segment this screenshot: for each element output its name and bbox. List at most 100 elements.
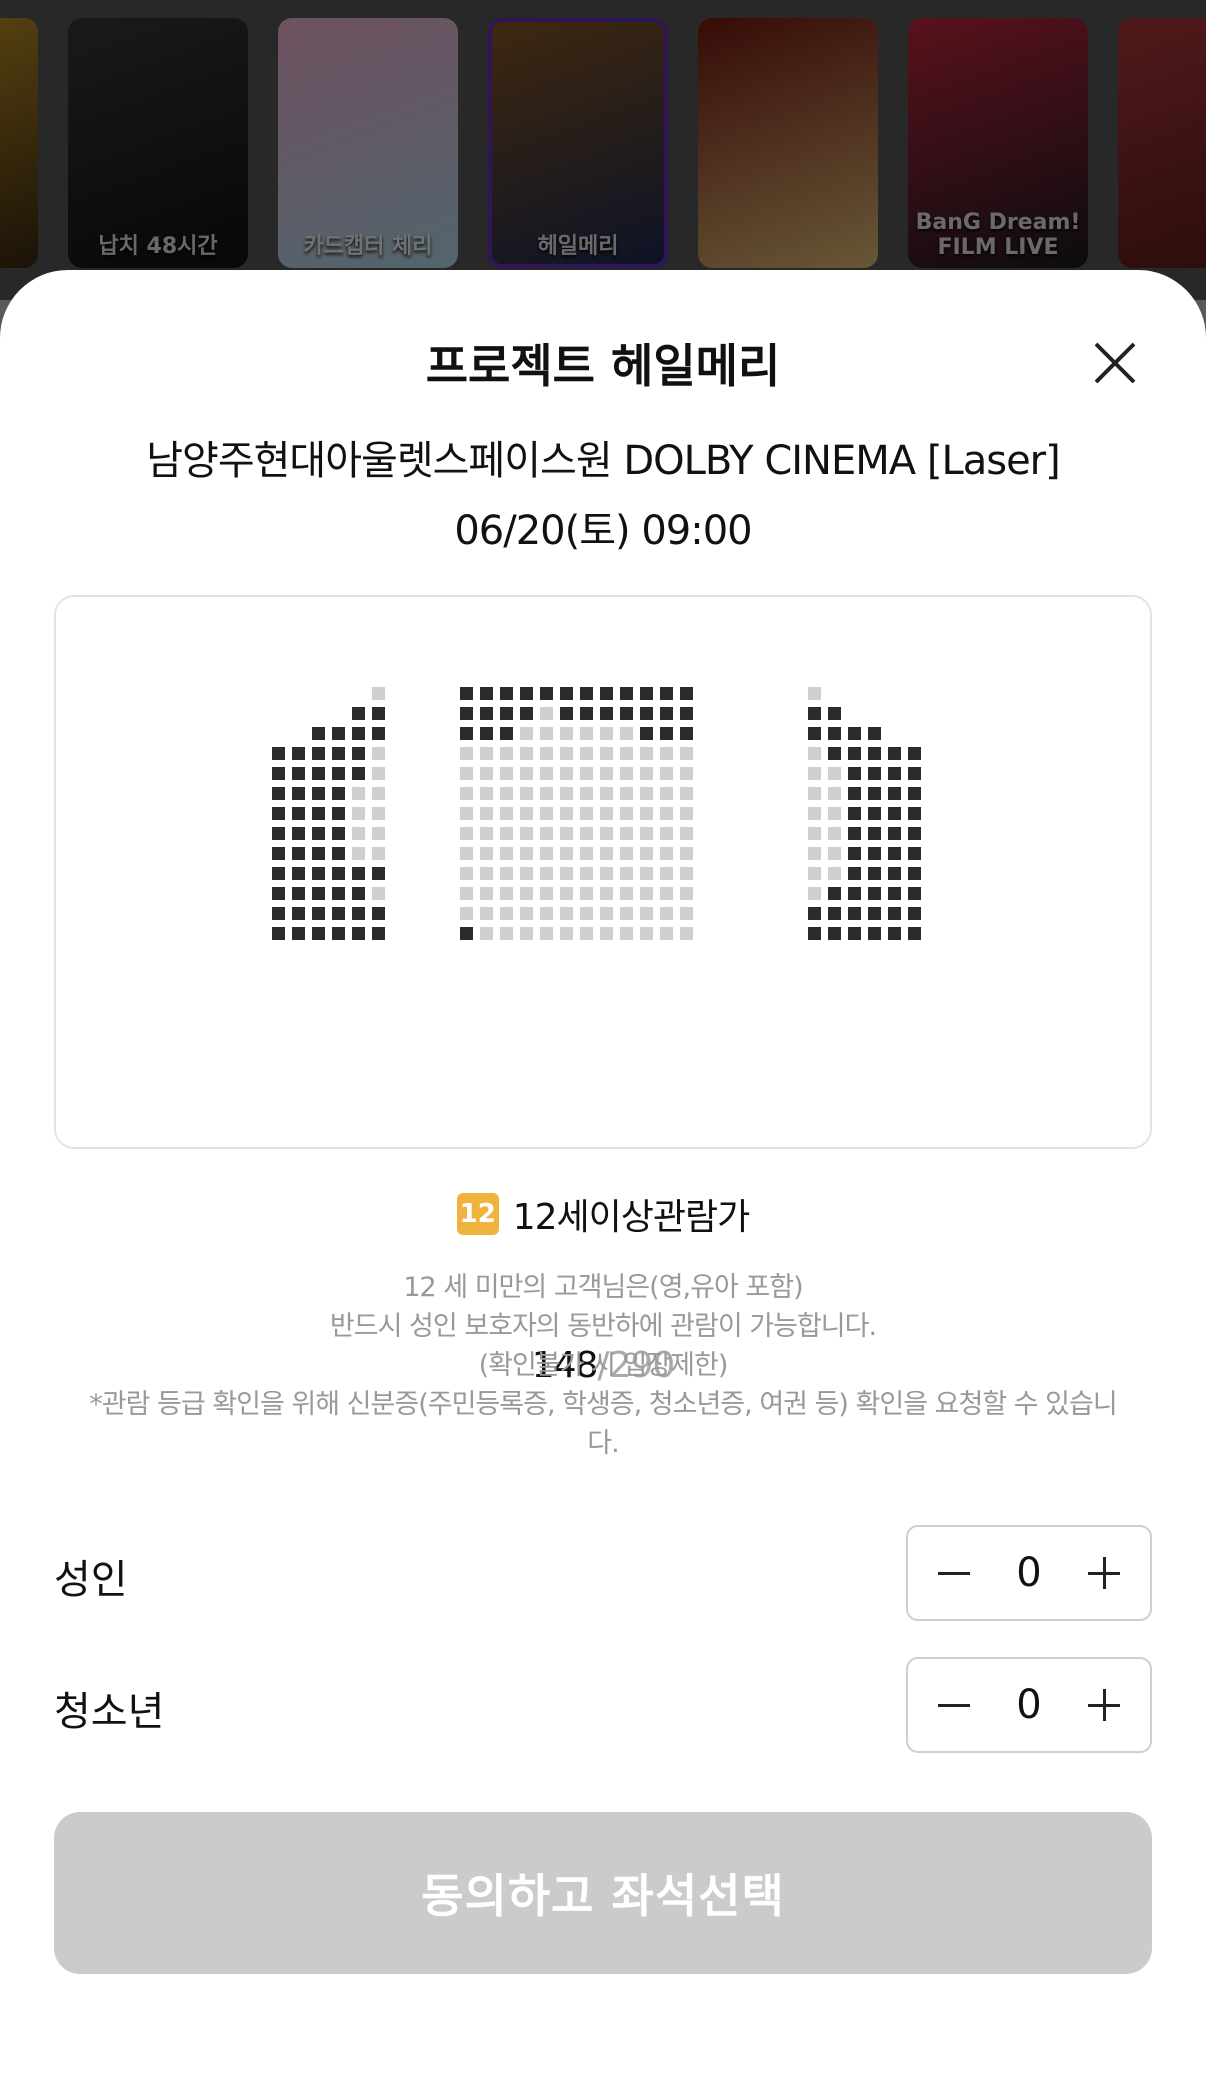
rating-notice: 12 세 미만의 고객님은(영,유아 포함) 반드시 성인 보호자의 동반하에 … [60, 1268, 1146, 1463]
seat [480, 827, 493, 840]
seat [868, 727, 881, 740]
seat [560, 907, 573, 920]
seat [352, 887, 365, 900]
seat [332, 767, 345, 780]
seat [848, 867, 861, 880]
seat [500, 787, 513, 800]
seat [808, 887, 821, 900]
seat [480, 807, 493, 820]
seat [460, 907, 473, 920]
seat [560, 867, 573, 880]
seat [312, 847, 325, 860]
seat [620, 827, 633, 840]
seat [352, 807, 365, 820]
poster-2[interactable]: 납치 48시간 [68, 18, 248, 268]
poster-6[interactable]: BanG Dream! FILM LIVE [908, 18, 1088, 268]
seat [372, 727, 385, 740]
close-icon[interactable] [1090, 338, 1140, 388]
seat [352, 867, 365, 880]
seat [808, 767, 821, 780]
plus-icon[interactable] [1084, 1685, 1124, 1725]
seat [808, 687, 821, 700]
seat [580, 827, 593, 840]
seat [352, 827, 365, 840]
seat [272, 847, 285, 860]
seat [580, 807, 593, 820]
seat [292, 827, 305, 840]
seat [828, 747, 841, 760]
seat [480, 767, 493, 780]
poster-4[interactable]: 헤일메리 [488, 18, 668, 268]
seat [888, 887, 901, 900]
seat [908, 887, 921, 900]
minus-icon[interactable] [934, 1553, 974, 1593]
notice-line: 12 세 미만의 고객님은(영,유아 포함) [403, 1272, 803, 1303]
seat [272, 827, 285, 840]
seat [640, 847, 653, 860]
seat [660, 747, 673, 760]
youth-stepper: 0 [906, 1657, 1152, 1753]
seat [520, 847, 533, 860]
seat [580, 747, 593, 760]
seat [352, 787, 365, 800]
seat [480, 727, 493, 740]
seat [460, 727, 473, 740]
plus-icon[interactable] [1084, 1553, 1124, 1593]
seat [808, 747, 821, 760]
seat [660, 707, 673, 720]
seat [848, 847, 861, 860]
seat [620, 707, 633, 720]
seat [680, 767, 693, 780]
seat [332, 727, 345, 740]
seat [500, 767, 513, 780]
seat [332, 787, 345, 800]
seat [460, 827, 473, 840]
seat [600, 707, 613, 720]
seat [828, 707, 841, 720]
seat [560, 807, 573, 820]
seat [868, 907, 881, 920]
seat [828, 767, 841, 780]
seat [520, 687, 533, 700]
seat [620, 687, 633, 700]
poster-1[interactable] [0, 18, 38, 268]
poster-5[interactable] [698, 18, 878, 268]
seat [540, 687, 553, 700]
seat [500, 747, 513, 760]
seat [580, 867, 593, 880]
seat [312, 787, 325, 800]
seat [272, 867, 285, 880]
seat [520, 887, 533, 900]
seat [680, 727, 693, 740]
seat [620, 847, 633, 860]
seat [908, 747, 921, 760]
seat [480, 747, 493, 760]
seat [888, 907, 901, 920]
agree-select-seat-button[interactable]: 동의하고 좌석선택 [54, 1812, 1152, 1974]
seat [660, 887, 673, 900]
movie-title: 프로젝트 헤일메리 [425, 339, 781, 393]
seat [808, 707, 821, 720]
seat [332, 887, 345, 900]
seat [312, 807, 325, 820]
seat [540, 867, 553, 880]
seat [312, 927, 325, 940]
seat [680, 847, 693, 860]
seat [620, 787, 633, 800]
seat [848, 907, 861, 920]
seat [808, 827, 821, 840]
youth-count: 0 [1016, 1682, 1042, 1728]
poster-3[interactable]: 카드캡터 체리 [278, 18, 458, 268]
seat [868, 847, 881, 860]
seat [352, 747, 365, 760]
seat [480, 707, 493, 720]
poster-title: 납치 48시간 [98, 234, 218, 259]
seat [480, 687, 493, 700]
seat [292, 907, 305, 920]
poster-7[interactable] [1118, 18, 1206, 268]
seat [680, 807, 693, 820]
seat [312, 867, 325, 880]
seat [908, 807, 921, 820]
seat [540, 787, 553, 800]
minus-icon[interactable] [934, 1685, 974, 1725]
